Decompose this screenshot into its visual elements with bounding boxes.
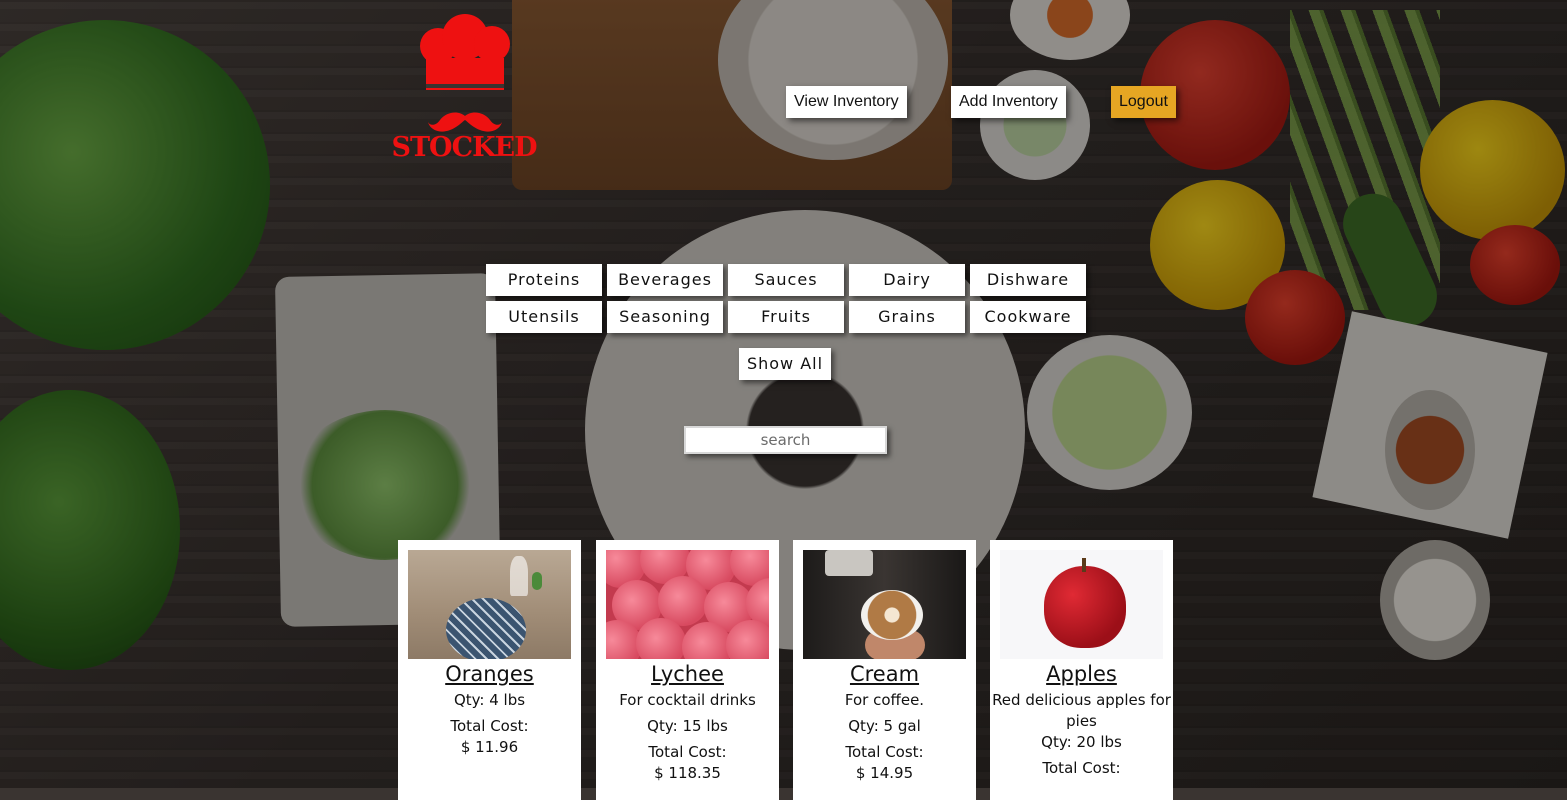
category-fruits[interactable]: Fruits xyxy=(728,301,844,333)
item-name-link[interactable]: Cream xyxy=(793,662,976,686)
mustache-icon xyxy=(428,112,502,132)
category-proteins[interactable]: Proteins xyxy=(486,264,602,296)
category-grains[interactable]: Grains xyxy=(849,301,965,333)
inventory-card[interactable]: Lychee For cocktail drinks Qty: 15 lbs T… xyxy=(596,540,779,800)
chef-hat-stripe xyxy=(426,84,504,88)
item-cost: $ 118.35 xyxy=(654,764,721,782)
category-sauces[interactable]: Sauces xyxy=(728,264,844,296)
brand-name: STOCKED xyxy=(391,132,537,163)
item-qty: Qty: 15 lbs xyxy=(647,717,728,735)
item-description: Red delicious apples for pies xyxy=(992,691,1171,730)
inventory-card[interactable]: Cream For coffee. Qty: 5 gal Total Cost:… xyxy=(793,540,976,800)
item-name-link[interactable]: Oranges xyxy=(398,662,581,686)
item-cost-label: Total Cost: xyxy=(648,743,727,761)
inventory-card[interactable]: Apples Red delicious apples for pies Qty… xyxy=(990,540,1173,800)
item-description: For cocktail drinks xyxy=(619,691,756,709)
item-name-link[interactable]: Apples xyxy=(990,662,1173,686)
category-beverages[interactable]: Beverages xyxy=(607,264,723,296)
add-inventory-button[interactable]: Add Inventory xyxy=(951,86,1066,118)
item-name-link[interactable]: Lychee xyxy=(596,662,779,686)
item-image xyxy=(1000,550,1163,659)
item-qty: Qty: 20 lbs xyxy=(1041,733,1122,751)
inventory-card[interactable]: Oranges Qty: 4 lbs Total Cost: $ 11.96 xyxy=(398,540,581,800)
category-dairy[interactable]: Dairy xyxy=(849,264,965,296)
dark-overlay xyxy=(0,0,1567,788)
item-cost: $ 11.96 xyxy=(460,738,519,756)
item-qty: Qty: 4 lbs xyxy=(453,691,526,709)
category-dishware[interactable]: Dishware xyxy=(970,264,1086,296)
category-seasoning[interactable]: Seasoning xyxy=(607,301,723,333)
category-utensils[interactable]: Utensils xyxy=(486,301,602,333)
item-image xyxy=(803,550,966,659)
item-cost-label: Total Cost: xyxy=(1042,759,1121,777)
item-qty: Qty: 5 gal xyxy=(848,717,921,735)
item-cost-label: Total Cost: xyxy=(845,743,924,761)
category-cookware[interactable]: Cookware xyxy=(970,301,1086,333)
item-cost-label: Total Cost: xyxy=(450,717,529,735)
chef-hat-icon xyxy=(420,14,510,64)
item-description: For coffee. xyxy=(844,691,925,709)
show-all-button[interactable]: Show All xyxy=(739,348,831,380)
item-image xyxy=(606,550,769,659)
view-inventory-button[interactable]: View Inventory xyxy=(786,86,907,118)
logout-button[interactable]: Logout xyxy=(1111,86,1176,118)
brand-logo[interactable]: STOCKED xyxy=(388,14,540,164)
kitchen-background xyxy=(0,0,1567,788)
search-input[interactable] xyxy=(684,426,887,454)
item-image xyxy=(408,550,571,659)
item-cost: $ 14.95 xyxy=(855,764,914,782)
